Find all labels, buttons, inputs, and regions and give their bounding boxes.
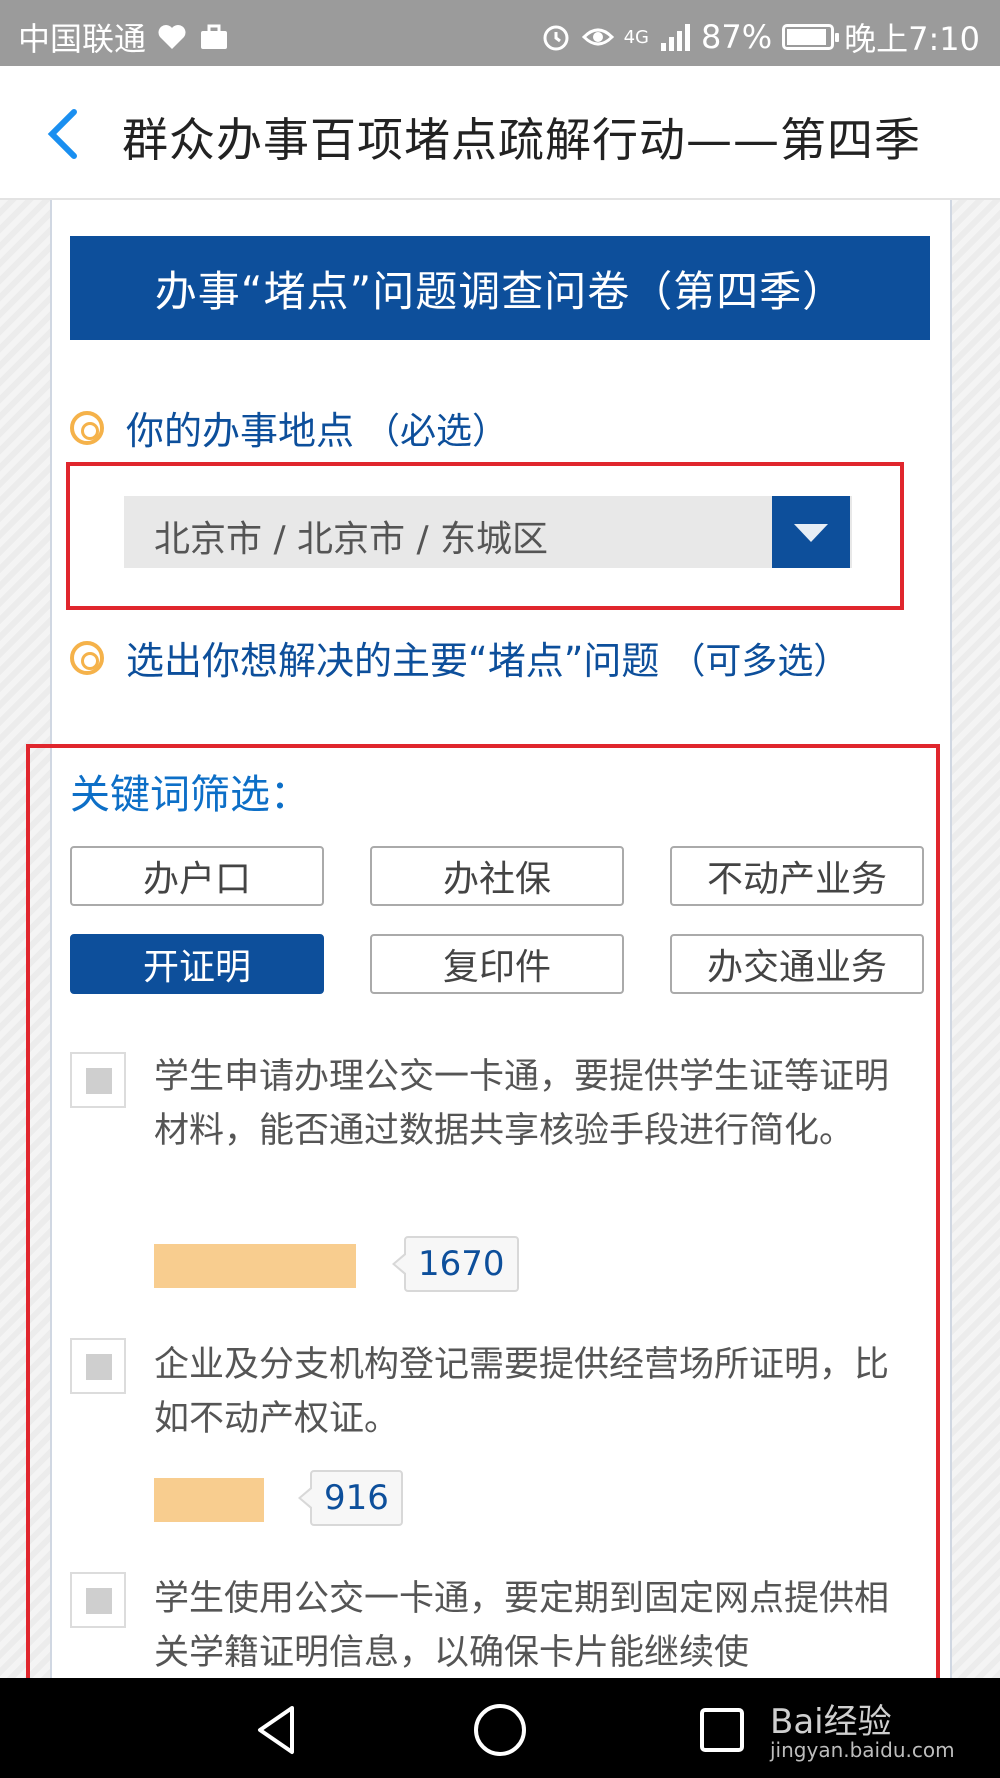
eye-icon bbox=[581, 28, 614, 46]
option-text: 学生申请办理公交一卡通，要提供学生证等证明材料，能否通过数据共享核验手段进行简化… bbox=[154, 1057, 890, 1151]
watermark-brand: Bai经验 bbox=[770, 1702, 892, 1742]
dropdown-arrow-icon[interactable] bbox=[772, 496, 850, 568]
battery-icon bbox=[782, 24, 840, 50]
question-hint: （可多选） bbox=[669, 640, 850, 682]
signal-icon bbox=[661, 24, 690, 51]
question-location: 你的办事地点 （必选） bbox=[70, 400, 508, 455]
keyword-chip-selected[interactable]: 开证明 bbox=[70, 934, 324, 994]
survey-banner: 办事“堵点”问题调查问卷（第四季） bbox=[70, 236, 930, 340]
keyword-chip[interactable]: 办社保 bbox=[370, 846, 624, 906]
watermark-url: jingyan.baidu.com bbox=[770, 1738, 955, 1762]
nav-home-icon[interactable] bbox=[470, 1700, 530, 1760]
location-select[interactable]: 北京市 / 北京市 / 东城区 bbox=[124, 496, 852, 568]
battery-percent: 87% bbox=[701, 18, 773, 56]
question-label: 你的办事地点 bbox=[126, 409, 355, 453]
nav-bar: 群众办事百项堵点疏解行动——第四季 bbox=[0, 66, 1000, 200]
vote-count: 916 bbox=[298, 1470, 403, 1526]
nav-recent-icon[interactable] bbox=[692, 1700, 752, 1760]
option-checkbox[interactable] bbox=[70, 1052, 126, 1108]
back-arrow-icon[interactable] bbox=[40, 108, 88, 160]
network-label: 4G bbox=[623, 26, 649, 48]
option-text: 企业及分支机构登记需要提供经营场所证明，比如不动产权证。 bbox=[154, 1345, 890, 1439]
briefcase-icon bbox=[201, 24, 228, 49]
vote-bar bbox=[154, 1478, 264, 1522]
keyword-chip[interactable]: 办交通业务 bbox=[670, 934, 924, 994]
clock: 晚上7:10 bbox=[844, 20, 980, 58]
vote-count: 1670 bbox=[392, 1236, 519, 1292]
option-text: 学生使用公交一卡通，要定期到固定网点提供相关学籍证明信息，以确保卡片能继续使 bbox=[154, 1579, 890, 1673]
alarm-icon bbox=[543, 25, 569, 51]
option-checkbox[interactable] bbox=[70, 1572, 126, 1628]
keyword-chip[interactable]: 不动产业务 bbox=[670, 846, 924, 906]
status-bar: 中国联通 4G 87% 晚上7:10 bbox=[0, 0, 1000, 66]
location-value: 北京市 / 北京市 / 东城区 bbox=[154, 519, 549, 560]
carrier-label: 中国联通 bbox=[18, 20, 147, 58]
question-label: 选出你想解决的主要“堵点”问题 bbox=[126, 639, 660, 683]
keyword-chip[interactable]: 办户口 bbox=[70, 846, 324, 906]
keyword-chip[interactable]: 复印件 bbox=[370, 934, 624, 994]
option-checkbox[interactable] bbox=[70, 1338, 126, 1394]
vote-bar bbox=[154, 1244, 356, 1288]
question-hint: （必选） bbox=[364, 410, 509, 452]
keyword-filter-label: 关键词筛选： bbox=[70, 772, 310, 818]
target-icon bbox=[70, 410, 104, 445]
heart-icon bbox=[158, 25, 186, 49]
system-nav-bar: Bai经验 jingyan.baidu.com bbox=[0, 1678, 1000, 1778]
question-problems: 选出你想解决的主要“堵点”问题 （可多选） bbox=[70, 630, 849, 685]
nav-back-icon[interactable] bbox=[248, 1700, 308, 1760]
target-icon bbox=[70, 640, 104, 675]
page-title: 群众办事百项堵点疏解行动——第四季 bbox=[122, 113, 921, 167]
